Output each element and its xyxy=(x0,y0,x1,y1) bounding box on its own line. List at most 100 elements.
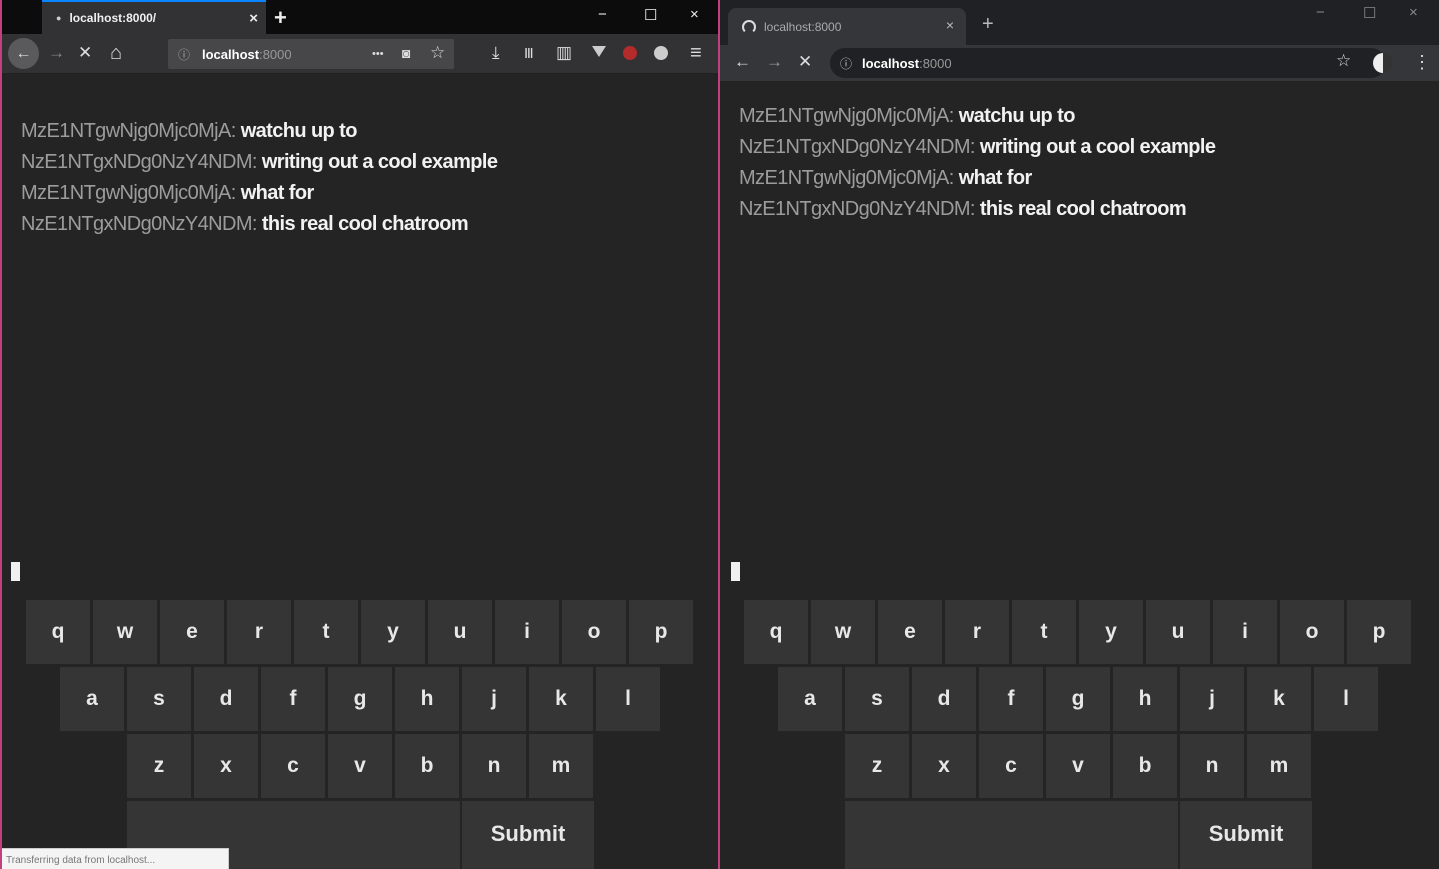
key-u[interactable]: u xyxy=(1146,600,1210,664)
close-tab-icon[interactable]: × xyxy=(946,17,954,33)
forward-button[interactable]: → xyxy=(766,52,783,72)
key-f[interactable]: f xyxy=(979,667,1043,731)
submit-button[interactable]: Submit xyxy=(462,801,594,869)
key-x[interactable]: x xyxy=(912,734,976,798)
maximize-window-button[interactable]: ☐ xyxy=(644,6,657,24)
extension-red-icon[interactable] xyxy=(621,44,639,62)
message-user: MzE1NTgwNjg0Mjc0MjA xyxy=(21,120,231,142)
close-tab-icon[interactable]: × xyxy=(249,10,258,27)
site-info-icon[interactable]: ⓘ xyxy=(178,46,190,63)
key-y[interactable]: y xyxy=(1079,600,1143,664)
back-button[interactable]: ← xyxy=(734,52,751,72)
pocket-icon[interactable]: ◙ xyxy=(402,45,410,61)
key-p[interactable]: p xyxy=(1347,600,1411,664)
key-p[interactable]: p xyxy=(629,600,693,664)
key-u[interactable]: u xyxy=(428,600,492,664)
key-y[interactable]: y xyxy=(361,600,425,664)
key-v[interactable]: v xyxy=(328,734,392,798)
key-j[interactable]: j xyxy=(1180,667,1244,731)
chat-message: MzE1NTgwNjg0Mjc0MjA: what for xyxy=(739,163,1215,194)
url-port: :8000 xyxy=(259,47,292,62)
key-s[interactable]: s xyxy=(845,667,909,731)
key-n[interactable]: n xyxy=(462,734,526,798)
maximize-window-button[interactable]: ☐ xyxy=(1363,4,1376,22)
key-o[interactable]: o xyxy=(1280,600,1344,664)
chrome-omnibox[interactable]: ⓘ localhost:8000 xyxy=(830,48,1386,78)
minimize-window-button[interactable]: − xyxy=(598,6,607,23)
key-d[interactable]: d xyxy=(194,667,258,731)
key-b[interactable]: b xyxy=(1113,734,1177,798)
new-tab-button[interactable]: + xyxy=(274,5,287,31)
home-button[interactable]: ⌂ xyxy=(110,43,122,63)
key-h[interactable]: h xyxy=(395,667,459,731)
key-b[interactable]: b xyxy=(395,734,459,798)
key-o[interactable]: o xyxy=(562,600,626,664)
key-v[interactable]: v xyxy=(1046,734,1110,798)
page-actions-icon[interactable]: ••• xyxy=(372,48,384,60)
key-a[interactable]: a xyxy=(60,667,124,731)
stop-button[interactable]: ✕ xyxy=(798,52,812,72)
key-z[interactable]: z xyxy=(127,734,191,798)
downloads-icon[interactable]: ⤓ xyxy=(492,43,500,63)
sidebar-icon[interactable]: ▥ xyxy=(556,43,572,63)
key-k[interactable]: k xyxy=(1247,667,1311,731)
key-e[interactable]: e xyxy=(878,600,942,664)
new-tab-button[interactable]: + xyxy=(982,13,994,36)
key-s[interactable]: s xyxy=(127,667,191,731)
submit-button[interactable]: Submit xyxy=(1180,801,1312,869)
back-button[interactable]: ← xyxy=(8,38,39,69)
loading-spinner-icon xyxy=(742,19,756,34)
key-n[interactable]: n xyxy=(1180,734,1244,798)
key-l[interactable]: l xyxy=(596,667,660,731)
key-m[interactable]: m xyxy=(529,734,593,798)
firefox-tab-localhost[interactable]: ● localhost:8000/ × xyxy=(42,0,266,34)
chat-message: NzE1NTgxNDg0NzY4NDM: this real cool chat… xyxy=(739,194,1215,225)
close-window-button[interactable]: × xyxy=(690,6,699,23)
key-t[interactable]: t xyxy=(1012,600,1076,664)
key-i[interactable]: i xyxy=(495,600,559,664)
text-input-cursor[interactable] xyxy=(11,562,20,581)
menu-icon[interactable]: ≡ xyxy=(690,43,702,63)
key-h[interactable]: h xyxy=(1113,667,1177,731)
key-w[interactable]: w xyxy=(811,600,875,664)
key-g[interactable]: g xyxy=(1046,667,1110,731)
key-k[interactable]: k xyxy=(529,667,593,731)
key-q[interactable]: q xyxy=(744,600,808,664)
stop-button[interactable]: ✕ xyxy=(78,43,92,63)
key-g[interactable]: g xyxy=(328,667,392,731)
key-r[interactable]: r xyxy=(227,600,291,664)
key-a[interactable]: a xyxy=(778,667,842,731)
key-q[interactable]: q xyxy=(26,600,90,664)
message-user: NzE1NTgxNDg0NzY4NDM xyxy=(739,136,970,158)
firefox-url-bar[interactable]: ⓘ localhost:8000 ••• ◙ ☆ xyxy=(168,39,454,69)
key-l[interactable]: l xyxy=(1314,667,1378,731)
chrome-tab-localhost[interactable]: localhost:8000 × xyxy=(728,8,966,45)
key-r[interactable]: r xyxy=(945,600,1009,664)
key-t[interactable]: t xyxy=(294,600,358,664)
forward-button[interactable]: → xyxy=(48,43,65,63)
key-c[interactable]: c xyxy=(979,734,1043,798)
extension-puzzle-icon[interactable] xyxy=(652,44,670,62)
extension-v-icon[interactable] xyxy=(590,42,608,60)
key-f[interactable]: f xyxy=(261,667,325,731)
minimize-window-button[interactable]: − xyxy=(1316,4,1325,21)
key-j[interactable]: j xyxy=(462,667,526,731)
key-w[interactable]: w xyxy=(93,600,157,664)
text-input-cursor[interactable] xyxy=(731,562,740,581)
key-d[interactable]: d xyxy=(912,667,976,731)
key-i[interactable]: i xyxy=(1213,600,1277,664)
space-bar[interactable] xyxy=(845,801,1178,869)
key-x[interactable]: x xyxy=(194,734,258,798)
bookmark-star-icon[interactable]: ☆ xyxy=(430,43,445,63)
message-text: writing out a cool example xyxy=(261,151,498,173)
key-m[interactable]: m xyxy=(1247,734,1311,798)
profile-avatar[interactable] xyxy=(1373,53,1393,73)
library-icon[interactable]: Ⅲ xyxy=(524,43,534,63)
key-z[interactable]: z xyxy=(845,734,909,798)
key-e[interactable]: e xyxy=(160,600,224,664)
key-c[interactable]: c xyxy=(261,734,325,798)
site-info-icon[interactable]: ⓘ xyxy=(840,55,852,72)
kebab-menu-icon[interactable]: ⋮ xyxy=(1413,52,1431,72)
bookmark-star-icon[interactable]: ☆ xyxy=(1336,51,1351,71)
close-window-button[interactable]: × xyxy=(1409,4,1418,21)
